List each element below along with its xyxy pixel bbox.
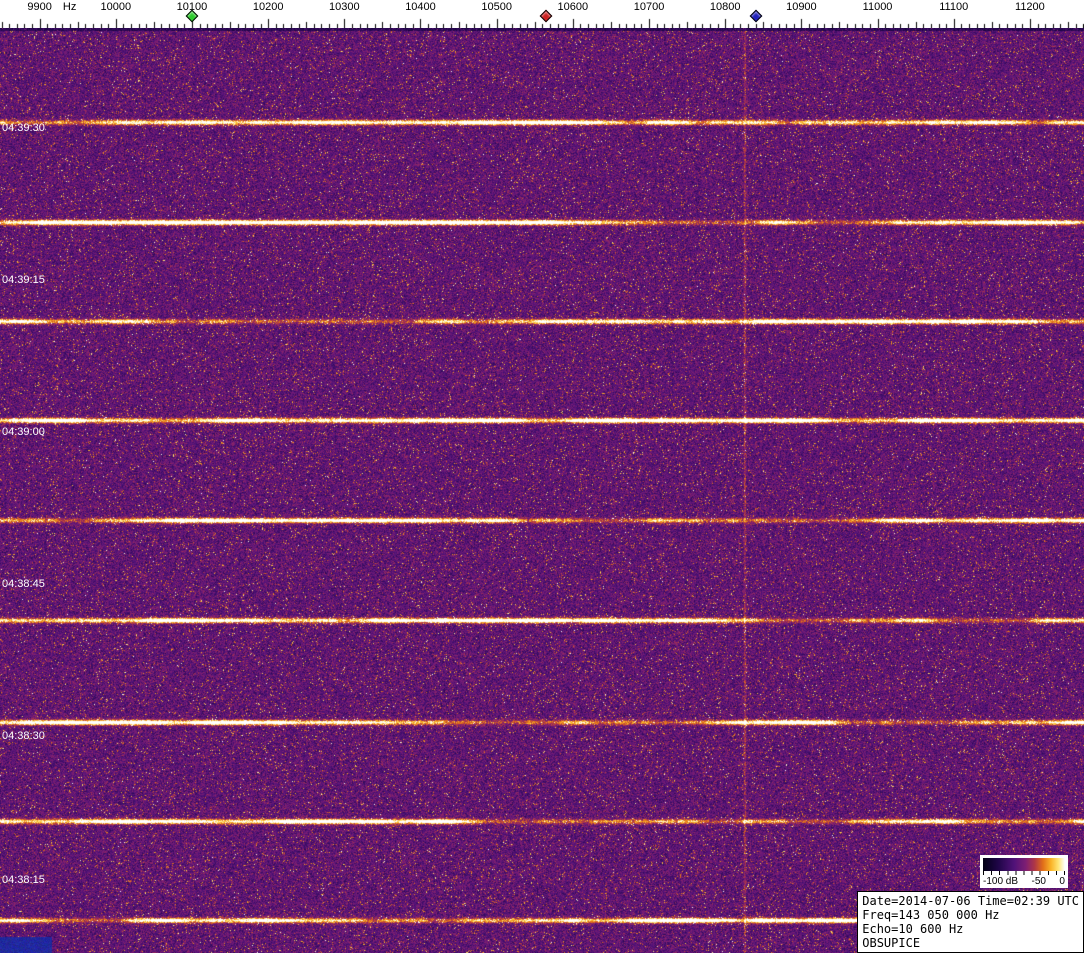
freq-tick-label: 11200 [1015, 1, 1045, 13]
legend-max-label: 0 [1059, 876, 1065, 887]
frequency-axis: 9900 10000 10100 10200 10300 10400 10500 10600 1… [0, 0, 1084, 28]
freq-tick-label: 10000 [100, 1, 132, 13]
colorbar-gradient [983, 858, 1065, 871]
spectrogram-canvas [0, 28, 1084, 953]
freq-tick-label: 10400 [405, 1, 436, 13]
freq-tick-label: 9900 [27, 1, 52, 13]
freq-tick-label: 11000 [862, 1, 893, 13]
freq-tick-label: 10300 [329, 1, 360, 13]
time-tick-label: 04:38:45 [2, 578, 45, 590]
freq-tick-label: 10900 [786, 1, 817, 13]
time-tick-label: 04:38:15 [2, 874, 45, 886]
freq-tick-label: 10600 [557, 1, 589, 13]
freq-tick-label: 10700 [633, 1, 665, 13]
time-tick-label: 04:38:30 [2, 730, 45, 742]
time-tick-label: 04:39:00 [2, 426, 45, 438]
time-tick-label: 04:39:30 [2, 122, 45, 134]
freq-tick-label: 10800 [709, 1, 741, 13]
legend-mid-label: -50 [1031, 876, 1046, 887]
freq-tick-label: 10500 [481, 1, 512, 13]
freq-tick-label: 11100 [939, 1, 969, 13]
info-frequency: Freq=143 050 000 Hz [862, 908, 1000, 922]
intensity-legend: -100 dB -50 0 [980, 855, 1068, 888]
info-station: OBSUPICE [862, 936, 921, 950]
time-tick-label: 04:39:15 [2, 274, 45, 286]
info-date-time: Date=2014-07-06 Time=02:39 UTC [862, 894, 1079, 908]
legend-min-label: -100 dB [983, 876, 1019, 887]
observation-info-box: Date=2014-07-06 Time=02:39 UTC Freq=143 … [857, 891, 1084, 953]
freq-tick-label: 10200 [252, 1, 284, 13]
colorbar-ticks [983, 871, 1065, 875]
waterfall-display: 04:39:30 04:39:15 04:39:00 04:38:45 04:38:30… [0, 28, 1084, 953]
spectrogram-window: 9900 10000 10100 10200 10300 10400 10500 10600 1… [0, 0, 1084, 953]
colorbar-labels: -100 dB -50 0 [983, 876, 1065, 887]
info-echo: Echo=10 600 Hz [862, 922, 964, 936]
freq-axis-unit-label: Hz [62, 1, 77, 13]
